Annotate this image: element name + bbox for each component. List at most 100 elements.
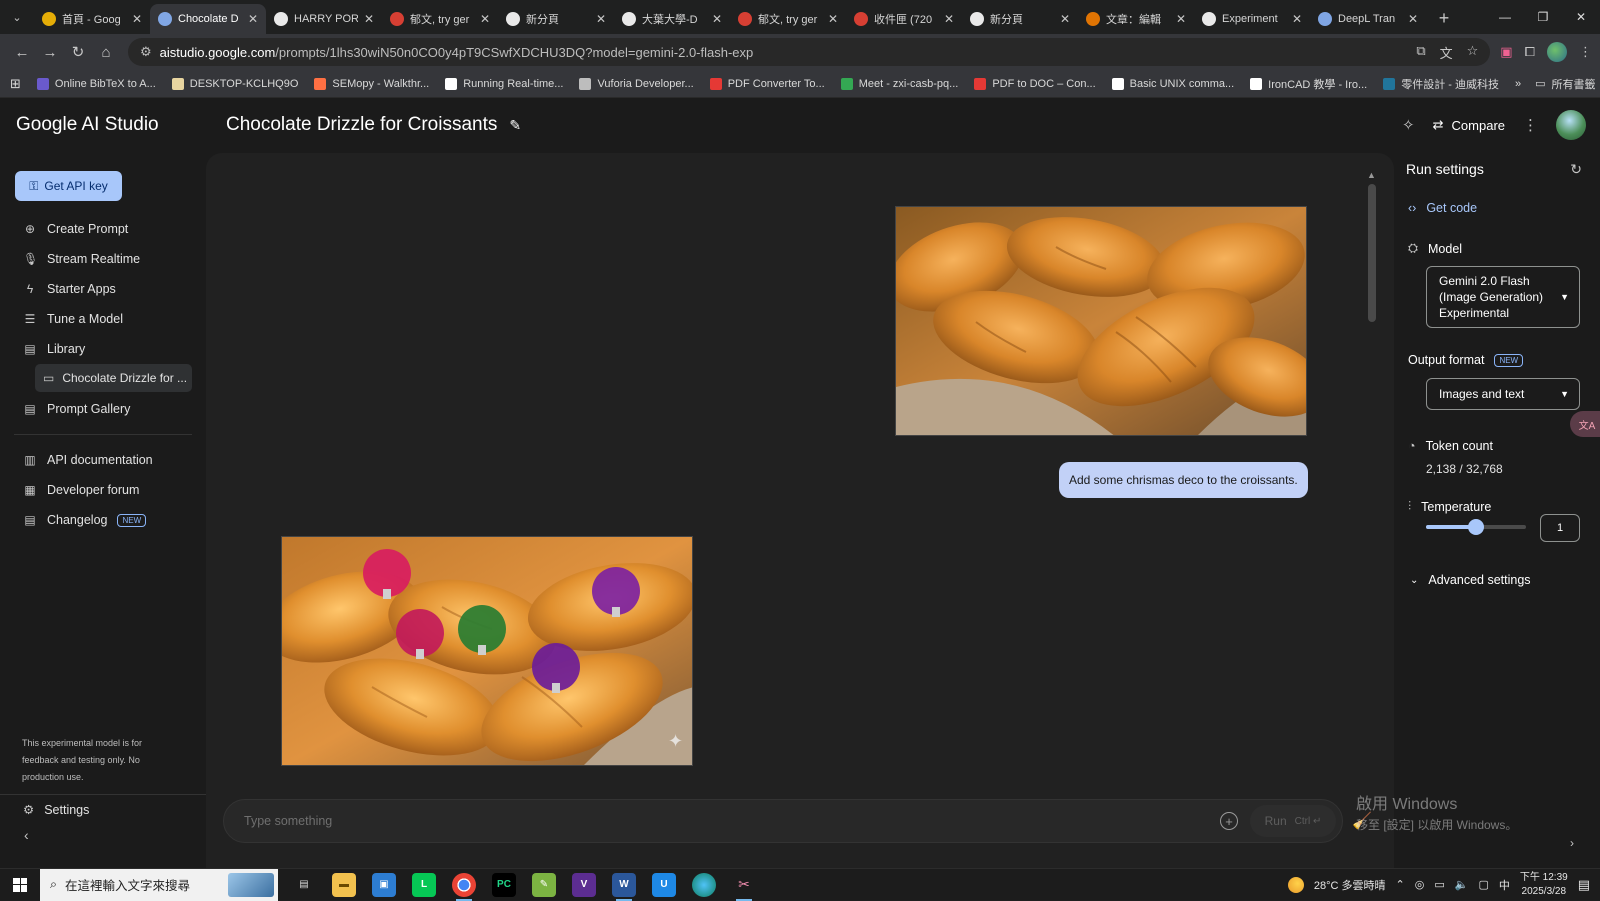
close-tab-icon[interactable]: ✕ [1408, 12, 1418, 26]
browser-tab[interactable]: 收件匣 (720 ✕ [846, 4, 962, 34]
all-bookmarks[interactable]: ▭ 所有書籤 [1535, 76, 1595, 92]
scroll-up-icon[interactable]: ▲ [1367, 170, 1376, 180]
start-button[interactable] [0, 877, 40, 892]
close-tab-icon[interactable]: ✕ [828, 12, 838, 26]
model-select[interactable]: Gemini 2.0 Flash (Image Generation) Expe… [1426, 266, 1580, 328]
get-code-link[interactable]: ‹› Get code [1408, 201, 1477, 215]
compare-button[interactable]: ⇄ Compare [1433, 117, 1505, 133]
reset-settings-icon[interactable]: ↻ [1570, 161, 1582, 178]
temperature-input[interactable]: 1 [1540, 514, 1580, 542]
get-api-key-button[interactable]: ⚿ Get API key [15, 171, 122, 201]
close-tab-icon[interactable]: ✕ [944, 12, 954, 26]
browser-tab[interactable]: Chocolate D ✕ [150, 4, 266, 34]
close-tab-icon[interactable]: ✕ [1292, 12, 1302, 26]
browser-tab[interactable]: HARRY POR ✕ [266, 4, 382, 34]
ime-indicator[interactable]: 中 [1499, 877, 1510, 893]
slider-thumb[interactable] [1468, 519, 1484, 535]
notepad-icon[interactable]: ✎ [532, 872, 556, 897]
output-format-select[interactable]: Images and text ▼ [1426, 378, 1580, 410]
sidebar-item-starter-apps[interactable]: ϟ Starter Apps [14, 274, 192, 304]
minimize-icon[interactable]: — [1486, 0, 1524, 34]
extension-icon[interactable]: ▣ [1500, 44, 1512, 60]
browser-tab[interactable]: 大葉大學-D ✕ [614, 4, 730, 34]
word-icon[interactable]: W [612, 872, 636, 901]
sidebar-item-library[interactable]: ▤ Library [14, 334, 192, 364]
sidebar-item-tune-a-model[interactable]: ☰ Tune a Model [14, 304, 192, 334]
chat-scrollbar[interactable] [1368, 184, 1376, 322]
file-explorer-icon[interactable]: ▬ [332, 872, 356, 897]
close-tab-icon[interactable]: ✕ [596, 12, 606, 26]
bookmark-item[interactable]: Online BibTeX to A... [36, 77, 156, 90]
reload-icon[interactable]: ↻ [64, 38, 92, 66]
add-media-icon[interactable]: + [1220, 812, 1238, 830]
sidebar-item-stream-realtime[interactable]: 🎙 Stream Realtime [14, 244, 192, 274]
browser-tab[interactable]: Experiment ✕ [1194, 4, 1310, 34]
todo-icon[interactable]: U [652, 872, 676, 897]
chrome-menu-icon[interactable]: ⋮ [1579, 44, 1592, 60]
avatar[interactable] [1556, 110, 1586, 140]
browser-tab[interactable]: 郁文, try ger ✕ [382, 4, 498, 34]
display-icon[interactable]: ▢ [1478, 878, 1488, 891]
tab-search-icon[interactable]: ⌄ [6, 6, 28, 28]
close-tab-icon[interactable]: ✕ [1176, 12, 1186, 26]
forward-icon[interactable]: → [36, 38, 64, 66]
more-bookmarks-icon[interactable]: » [1515, 78, 1521, 90]
more-options-icon[interactable]: ⋮ [1523, 116, 1538, 134]
taskbar-search[interactable]: ⌕ 在這裡輸入文字來搜尋 [40, 868, 278, 901]
sidebar-link-changelog[interactable]: ▤ Changelog NEW [14, 505, 192, 535]
back-icon[interactable]: ← [8, 38, 36, 66]
profile-avatar-small[interactable] [1547, 42, 1567, 62]
run-button[interactable]: Run Ctrl ↵ [1250, 805, 1336, 837]
temperature-slider[interactable] [1426, 519, 1526, 535]
sidebar-link-api-documentation[interactable]: ▥ API documentation [14, 445, 192, 475]
translate-extension-icon[interactable]: 文A [1570, 411, 1600, 437]
extensions-puzzle-icon[interactable]: ⧠ [1525, 44, 1535, 60]
new-tab-button[interactable]: + [1432, 6, 1456, 30]
close-tab-icon[interactable]: ✕ [712, 12, 722, 26]
bookmark-item[interactable]: Meet - zxi-casb-pq... [840, 77, 958, 90]
edge-icon[interactable] [692, 872, 716, 897]
bookmark-item[interactable]: SEMopy - Walkthr... [314, 77, 429, 90]
bookmark-item[interactable]: Basic UNIX comma... [1111, 77, 1234, 90]
bookmark-item[interactable]: IronCAD 教學 - Iro... [1250, 76, 1367, 92]
browser-tab[interactable]: 文章：編輯 ✕ [1078, 4, 1194, 34]
bookmark-item[interactable]: Running Real-time... [445, 77, 563, 90]
line-icon[interactable]: L [412, 872, 436, 897]
task-view-icon[interactable]: ▤ [292, 873, 316, 897]
close-tab-icon[interactable]: ✕ [1060, 12, 1070, 26]
weather-icon[interactable] [1287, 876, 1304, 893]
site-info-icon[interactable]: ⚙ [140, 44, 152, 60]
sidebar-item-prompt-gallery[interactable]: ▤ Prompt Gallery [14, 394, 192, 424]
snipping-tool-icon[interactable]: ✂ [732, 873, 756, 901]
pycharm-icon[interactable]: PC [492, 872, 516, 897]
close-tab-icon[interactable]: ✕ [248, 12, 258, 26]
notifications-icon[interactable]: ▤ [1578, 877, 1590, 893]
close-tab-icon[interactable]: ✕ [132, 12, 142, 26]
sidebar-item-create-prompt[interactable]: ⊕ Create Prompt [14, 214, 192, 244]
gemini-mode-icon[interactable]: ✧ [1402, 116, 1415, 134]
sidebar-link-developer-forum[interactable]: ▦ Developer forum [14, 475, 192, 505]
browser-tab[interactable]: 新分頁 ✕ [962, 4, 1078, 34]
advanced-settings-toggle[interactable]: ⌄ Advanced settings [1410, 573, 1531, 587]
close-tab-icon[interactable]: ✕ [480, 12, 490, 26]
apps-grid-icon[interactable]: ⊞ [10, 76, 21, 92]
bookmark-item[interactable]: PDF Converter To... [709, 77, 825, 90]
prompt-input[interactable] [244, 814, 1220, 828]
bookmark-item[interactable]: DESKTOP-KCLHQ9O [171, 77, 298, 90]
collapse-sidebar-icon[interactable]: ‹ [24, 827, 29, 843]
brand-logo[interactable]: Google AI Studio [16, 114, 159, 136]
chrome-taskbar-icon[interactable] [452, 872, 476, 901]
browser-tab[interactable]: DeepL Tran ✕ [1310, 4, 1426, 34]
bookmark-item[interactable]: Vuforia Developer... [579, 77, 694, 90]
generated-croissant-image[interactable]: ✦ [281, 536, 693, 766]
visual-studio-icon[interactable]: V [572, 872, 596, 897]
store-icon[interactable]: ▣ [372, 872, 396, 897]
expand-panel-icon[interactable]: › [1570, 836, 1574, 850]
bookmark-item[interactable]: 零件設計 - 迪威科技 [1383, 76, 1499, 92]
weather-text[interactable]: 28°C 多雲時晴 [1314, 877, 1386, 893]
address-bar[interactable]: ⚙ aistudio.google.com/prompts/1lhs30wiN5… [128, 38, 1491, 66]
browser-tab[interactable]: 郁文, try ger ✕ [730, 4, 846, 34]
restore-icon[interactable]: ❐ [1524, 0, 1562, 34]
close-window-icon[interactable]: ✕ [1562, 0, 1600, 34]
battery-icon[interactable]: ▭ [1434, 878, 1444, 891]
